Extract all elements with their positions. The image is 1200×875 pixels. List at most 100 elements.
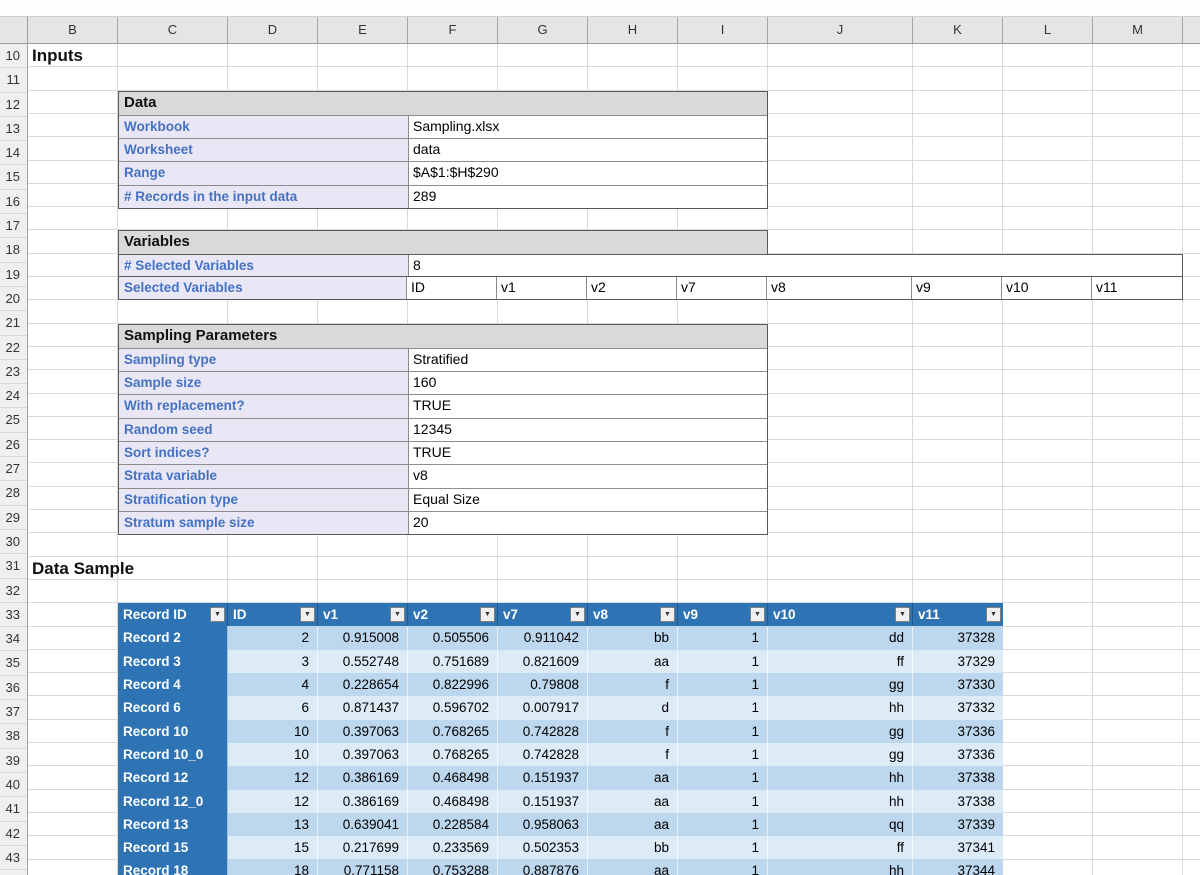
data-cell[interactable]: 1	[678, 720, 768, 743]
record-id-cell[interactable]: Record 4	[118, 673, 228, 696]
input-label[interactable]: Worksheet	[119, 139, 409, 161]
data-cell[interactable]: 10	[228, 743, 318, 766]
record-id-cell[interactable]: Record 13	[118, 813, 228, 836]
data-cell[interactable]: hh	[768, 859, 913, 875]
data-cell[interactable]: 0.887876	[498, 859, 588, 875]
data-cell[interactable]: 0.151937	[498, 766, 588, 789]
input-label[interactable]: Sample size	[119, 372, 409, 394]
row-header-17[interactable]: 17	[0, 214, 27, 238]
row-header-19[interactable]: 19	[0, 263, 27, 287]
data-cell[interactable]: 37330	[913, 673, 1003, 696]
input-value[interactable]: v8	[409, 465, 767, 487]
column-header-K[interactable]: K	[913, 17, 1003, 43]
input-value[interactable]: Stratified	[409, 349, 767, 371]
data-cell[interactable]: 0.397063	[318, 743, 408, 766]
column-header-I[interactable]: I	[678, 17, 768, 43]
row-header-12[interactable]: 12	[0, 93, 27, 117]
data-cell[interactable]: hh	[768, 696, 913, 719]
column-header-B[interactable]: B	[28, 17, 118, 43]
row-header-10[interactable]: 10	[0, 44, 27, 68]
data-cell[interactable]: aa	[588, 813, 678, 836]
row-header-37[interactable]: 37	[0, 700, 27, 724]
filter-button[interactable]: ▼	[750, 607, 765, 622]
data-cell[interactable]: 37332	[913, 696, 1003, 719]
input-value[interactable]: data	[409, 139, 767, 161]
data-cell[interactable]: 0.771158	[318, 859, 408, 875]
input-value[interactable]: 8	[409, 255, 1182, 276]
data-cell[interactable]: 0.386169	[318, 766, 408, 789]
data-cell[interactable]: 1	[678, 743, 768, 766]
row-header-34[interactable]: 34	[0, 627, 27, 651]
data-cell[interactable]: 0.915008	[318, 626, 408, 649]
data-cell[interactable]: 37336	[913, 743, 1003, 766]
data-cell[interactable]: 2	[228, 626, 318, 649]
input-label[interactable]: Sort indices?	[119, 442, 409, 464]
data-cell[interactable]: 0.386169	[318, 790, 408, 813]
data-cell[interactable]: 0.911042	[498, 626, 588, 649]
row-header-38[interactable]: 38	[0, 724, 27, 748]
input-label[interactable]: With replacement?	[119, 395, 409, 417]
record-id-cell[interactable]: Record 15	[118, 836, 228, 859]
data-cell[interactable]: 1	[678, 790, 768, 813]
row-header-43[interactable]: 43	[0, 846, 27, 870]
row-header-25[interactable]: 25	[0, 408, 27, 432]
row-header-18[interactable]: 18	[0, 238, 27, 262]
selected-variable-cell[interactable]: v7	[677, 277, 767, 299]
data-cell[interactable]: 0.751689	[408, 650, 498, 673]
data-cell[interactable]: 0.742828	[498, 720, 588, 743]
data-cell[interactable]: aa	[588, 650, 678, 673]
selected-variable-cell[interactable]: v11	[1092, 277, 1182, 299]
filter-button[interactable]: ▼	[480, 607, 495, 622]
data-cell[interactable]: 0.821609	[498, 650, 588, 673]
data-cell[interactable]: 12	[228, 766, 318, 789]
row-header-24[interactable]: 24	[0, 384, 27, 408]
record-id-cell[interactable]: Record 3	[118, 650, 228, 673]
data-cell[interactable]: aa	[588, 766, 678, 789]
data-cell[interactable]: 0.822996	[408, 673, 498, 696]
input-value[interactable]: Sampling.xlsx	[409, 116, 767, 138]
data-cell[interactable]: 3	[228, 650, 318, 673]
row-header-14[interactable]: 14	[0, 141, 27, 165]
row-header-28[interactable]: 28	[0, 481, 27, 505]
data-cell[interactable]: 37344	[913, 859, 1003, 875]
column-header-D[interactable]: D	[228, 17, 318, 43]
input-value[interactable]: $A$1:$H$290	[409, 162, 767, 184]
selected-variable-cell[interactable]: v2	[587, 277, 677, 299]
data-section-header[interactable]: Data	[119, 92, 767, 115]
data-cell[interactable]: 1	[678, 766, 768, 789]
data-cell[interactable]: 12	[228, 790, 318, 813]
data-cell[interactable]: 4	[228, 673, 318, 696]
filter-button[interactable]: ▼	[660, 607, 675, 622]
input-value[interactable]: 160	[409, 372, 767, 394]
column-header-L[interactable]: L	[1003, 17, 1093, 43]
column-header-G[interactable]: G	[498, 17, 588, 43]
row-header-29[interactable]: 29	[0, 506, 27, 530]
data-cell[interactable]: 0.958063	[498, 813, 588, 836]
column-header-F[interactable]: F	[408, 17, 498, 43]
row-header-44[interactable]: 44	[0, 870, 27, 875]
row-header-15[interactable]: 15	[0, 165, 27, 189]
data-cell[interactable]: hh	[768, 790, 913, 813]
data-cell[interactable]: 1	[678, 626, 768, 649]
row-header-27[interactable]: 27	[0, 457, 27, 481]
row-header-36[interactable]: 36	[0, 676, 27, 700]
input-label[interactable]: Sampling type	[119, 349, 409, 371]
filter-button[interactable]: ▼	[300, 607, 315, 622]
data-cell[interactable]: 15	[228, 836, 318, 859]
column-header-E[interactable]: E	[318, 17, 408, 43]
data-cell[interactable]: qq	[768, 813, 913, 836]
row-header-32[interactable]: 32	[0, 579, 27, 603]
data-cell[interactable]: 0.639041	[318, 813, 408, 836]
row-header-16[interactable]: 16	[0, 190, 27, 214]
record-id-cell[interactable]: Record 2	[118, 626, 228, 649]
filter-button[interactable]: ▼	[986, 607, 1001, 622]
data-cell[interactable]: 0.768265	[408, 720, 498, 743]
data-cell[interactable]: gg	[768, 673, 913, 696]
input-value[interactable]: 289	[409, 186, 767, 208]
data-cell[interactable]: aa	[588, 790, 678, 813]
data-cell[interactable]: 37338	[913, 766, 1003, 789]
filter-button[interactable]: ▼	[895, 607, 910, 622]
data-cell[interactable]: 1	[678, 836, 768, 859]
data-cell[interactable]: f	[588, 720, 678, 743]
input-label[interactable]: Selected Variables	[119, 277, 407, 299]
